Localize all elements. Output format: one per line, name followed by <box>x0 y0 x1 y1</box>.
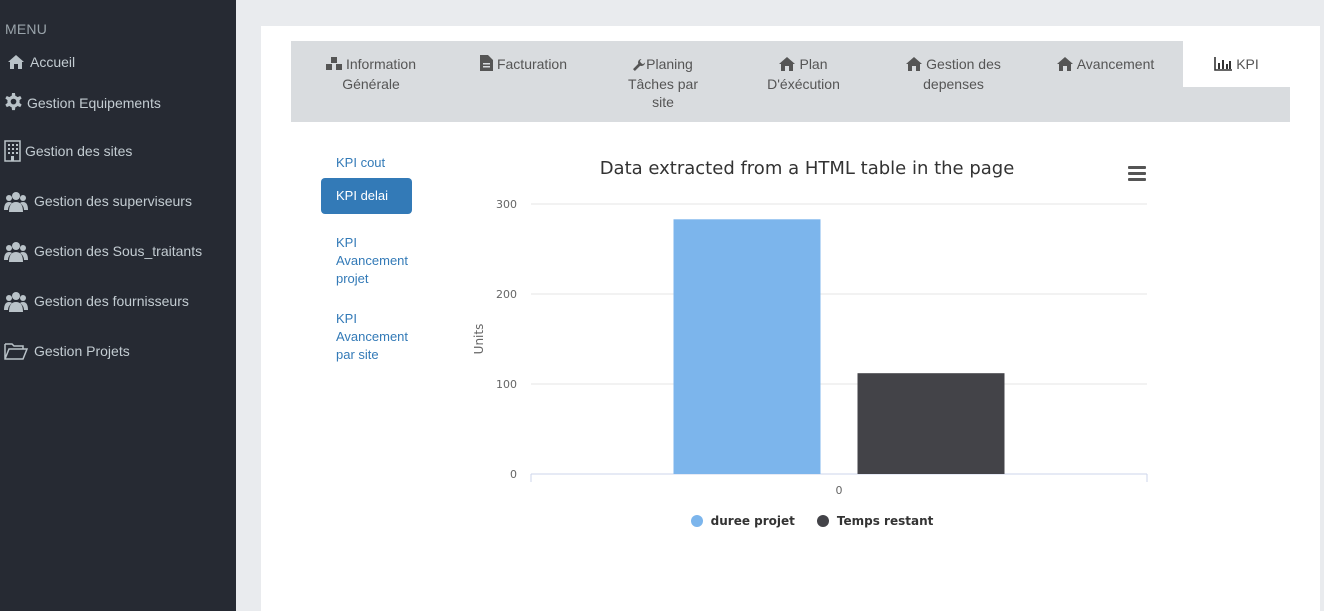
tab-plan-execution[interactable]: Plan D'éxécution <box>751 41 856 122</box>
wrench-icon <box>633 57 646 75</box>
sidebar-item-label: Gestion des Sous_traitants <box>34 243 203 259</box>
sidebar-item-label: Gestion des fournisseurs <box>34 293 189 309</box>
legend-marker <box>816 515 829 527</box>
sidebar-item-sites[interactable]: Gestion des sites <box>4 140 132 162</box>
home-icon <box>8 55 24 69</box>
pill-kpi-avancement-site[interactable]: KPI Avancement par site <box>321 301 412 373</box>
main-panel: Information Générale Facturation Planing… <box>261 26 1320 611</box>
legend-item[interactable]: duree projet <box>690 514 795 528</box>
users-icon <box>4 290 28 312</box>
sidebar-item-label: Gestion Equipements <box>27 94 161 111</box>
sidebar-item-label: Gestion des sites <box>25 143 133 159</box>
home-icon <box>906 57 923 75</box>
users-icon <box>4 190 28 212</box>
tab-facturation[interactable]: Facturation <box>461 41 586 122</box>
chart-legend: duree projet Temps restant <box>467 514 1157 528</box>
sidebar-item-accueil[interactable]: Accueil <box>8 54 75 70</box>
pill-kpi-avancement-projet[interactable]: KPI Avancement projet <box>321 225 412 297</box>
y-tick-label: 300 <box>496 198 517 211</box>
bar-duree-projet <box>673 219 821 474</box>
menu-header: MENU <box>5 21 48 37</box>
tab-kpi[interactable]: KPI <box>1183 41 1290 87</box>
sidebar-item-projets[interactable]: Gestion Projets <box>4 342 130 360</box>
home-icon <box>779 57 796 75</box>
gear-icon <box>4 93 23 112</box>
sidebar-item-equipements[interactable]: Gestion Equipements <box>4 93 161 112</box>
legend-item[interactable]: Temps restant <box>816 514 934 528</box>
tabs-bar: Information Générale Facturation Planing… <box>291 41 1290 122</box>
sidebar-item-sous-traitants[interactable]: Gestion des Sous_traitants <box>4 240 202 262</box>
tab-avancement[interactable]: Avancement <box>1048 41 1163 122</box>
tab-gestion-depenses[interactable]: Gestion des depenses <box>891 41 1016 122</box>
sidebar: MENU Accueil Gestion Equipements Gestion… <box>0 0 236 611</box>
legend-marker <box>690 515 703 527</box>
sidebar-item-label: Gestion des superviseurs <box>34 193 192 209</box>
pill-kpi-cout[interactable]: KPI cout <box>321 145 412 181</box>
legend-label: duree projet <box>710 514 795 528</box>
bar-chart-icon <box>1214 57 1233 75</box>
sidebar-item-superviseurs[interactable]: Gestion des superviseurs <box>4 190 192 212</box>
y-axis-label: Units <box>472 324 486 355</box>
chart-plot: 0 100 200 300 Units 0 <box>472 198 1148 497</box>
tab-planing[interactable]: Planing Tâches par site <box>613 41 713 122</box>
folder-open-icon <box>4 342 28 360</box>
home-icon <box>1056 57 1073 75</box>
bar-temps-restant <box>857 373 1005 474</box>
cubes-icon <box>325 57 342 75</box>
sidebar-item-fournisseurs[interactable]: Gestion des fournisseurs <box>4 290 189 312</box>
sidebar-item-label: Gestion Projets <box>34 343 130 359</box>
sidebar-item-label: Accueil <box>30 54 76 70</box>
x-tick-label: 0 <box>836 484 843 497</box>
legend-label: Temps restant <box>836 514 934 528</box>
y-tick-label: 200 <box>496 288 517 301</box>
kpi-delai-chart: Data extracted from a HTML table in the … <box>467 146 1167 566</box>
y-tick-label: 0 <box>510 468 517 481</box>
building-icon <box>4 140 21 162</box>
y-tick-label: 100 <box>496 378 517 391</box>
tab-information-generale[interactable]: Information Générale <box>311 41 431 122</box>
file-icon <box>479 55 493 75</box>
pill-kpi-delai[interactable]: KPI delai <box>321 178 412 214</box>
users-icon <box>4 240 28 262</box>
